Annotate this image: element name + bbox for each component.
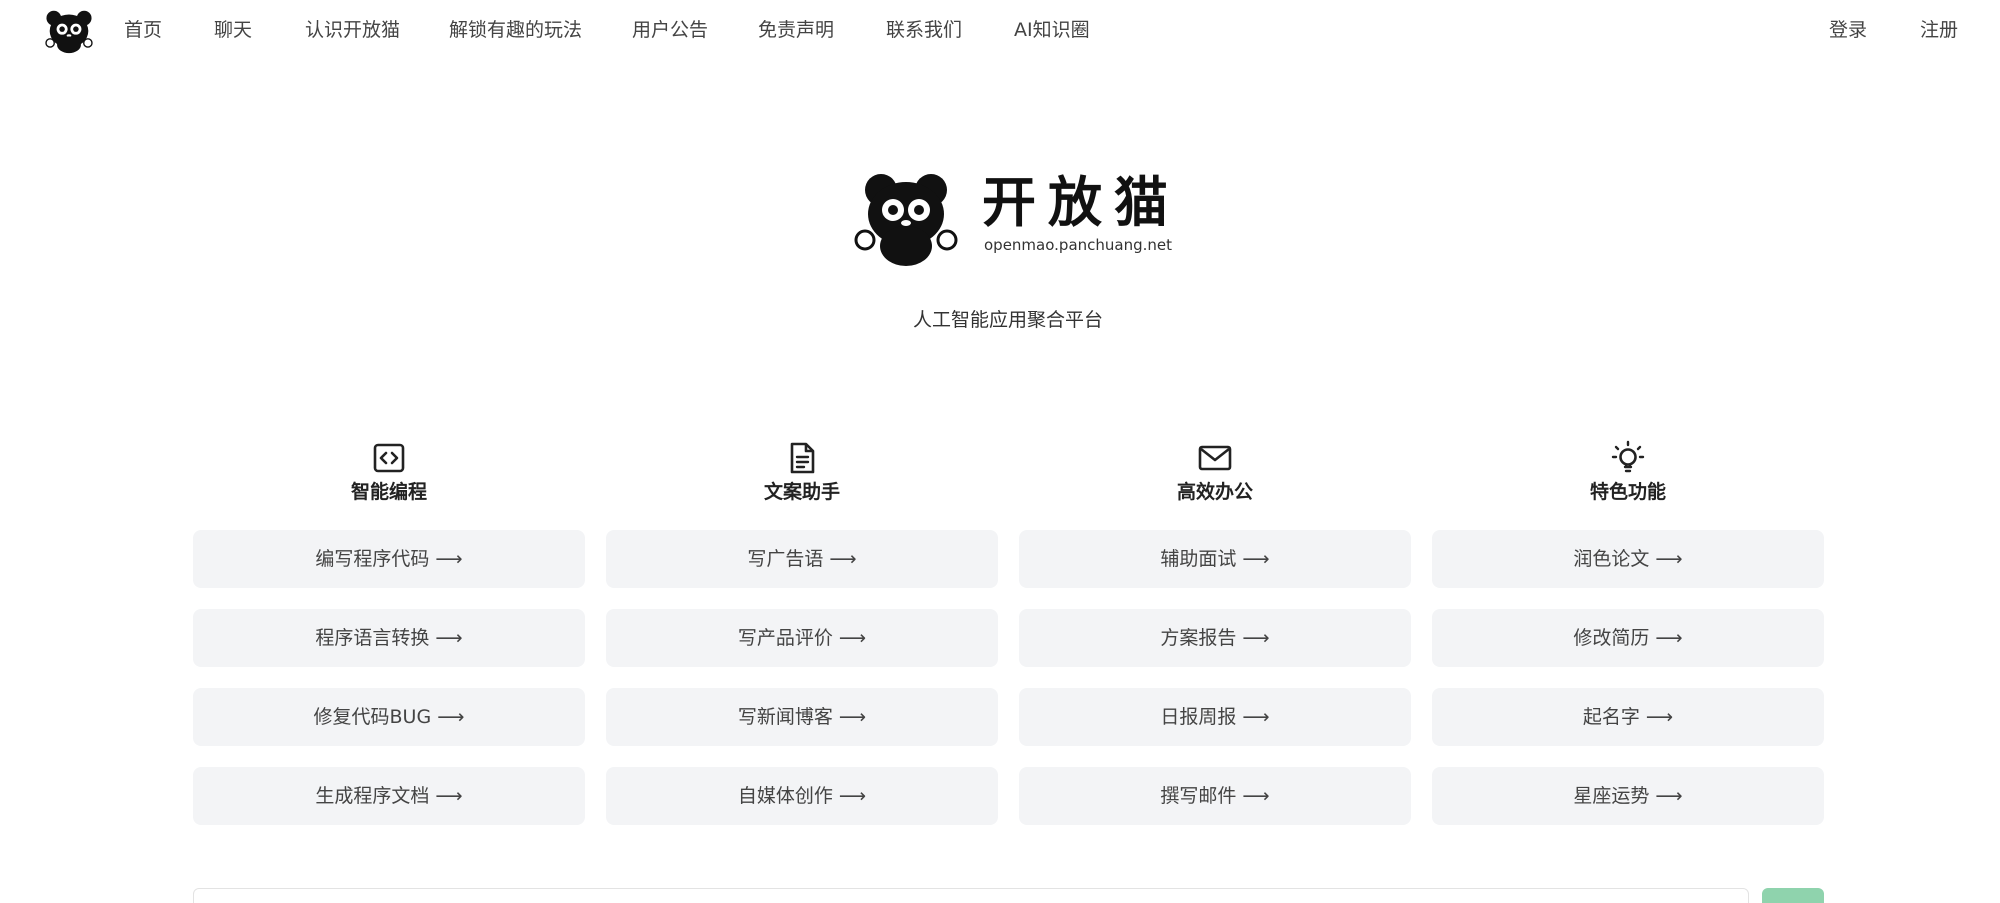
- feature-column-office: 高效办公 辅助面试 ⟶ 方案报告 ⟶ 日报周报 ⟶ 撰写邮件 ⟶: [1019, 440, 1411, 825]
- feature-column-copywriting: 文案助手 写广告语 ⟶ 写产品评价 ⟶ 写新闻博客 ⟶ 自媒体创作 ⟶: [606, 440, 998, 825]
- document-icon: [790, 442, 815, 474]
- card-daily-weekly[interactable]: 日报周报 ⟶: [1019, 688, 1411, 746]
- card-edit-resume[interactable]: 修改简历 ⟶: [1432, 609, 1824, 667]
- nav-item-contact[interactable]: 联系我们: [886, 18, 962, 42]
- card-horoscope[interactable]: 星座运势 ⟶: [1432, 767, 1824, 825]
- card-naming[interactable]: 起名字 ⟶: [1432, 688, 1824, 746]
- nav-item-about[interactable]: 认识开放猫: [305, 18, 400, 42]
- feature-column-special: 特色功能 润色论文 ⟶ 修改简历 ⟶ 起名字 ⟶ 星座运势 ⟶: [1432, 440, 1824, 825]
- nav-item-ai-circle[interactable]: AI知识圈: [1014, 18, 1090, 42]
- mail-icon: [1198, 445, 1232, 471]
- card-language-convert[interactable]: 程序语言转换 ⟶: [193, 609, 585, 667]
- page: 首页 聊天 认识开放猫 解锁有趣的玩法 用户公告 免责声明 联系我们 AI知识圈…: [0, 0, 2000, 903]
- card-generate-docs[interactable]: 生成程序文档 ⟶: [193, 767, 585, 825]
- register-link[interactable]: 注册: [1920, 18, 1958, 42]
- card-ad-slogan[interactable]: 写广告语 ⟶: [606, 530, 998, 588]
- brand-name: 开放猫: [982, 171, 1180, 234]
- chat-input[interactable]: [193, 888, 1749, 903]
- slogan: 人工智能应用聚合平台: [912, 309, 1103, 331]
- card-news-blog[interactable]: 写新闻博客 ⟶: [606, 688, 998, 746]
- send-button[interactable]: [1762, 888, 1824, 903]
- code-icon: [373, 443, 405, 473]
- card-write-email[interactable]: 撰写邮件 ⟶: [1019, 767, 1411, 825]
- card-write-code[interactable]: 编写程序代码 ⟶: [193, 530, 585, 588]
- card-interview[interactable]: 辅助面试 ⟶: [1019, 530, 1411, 588]
- column-title: 特色功能: [1589, 481, 1666, 503]
- column-title: 文案助手: [763, 481, 840, 503]
- nav-item-fun[interactable]: 解锁有趣的玩法: [449, 18, 582, 42]
- column-title: 高效办公: [1176, 481, 1253, 503]
- card-product-review[interactable]: 写产品评价 ⟶: [606, 609, 998, 667]
- nav-item-chat[interactable]: 聊天: [214, 18, 252, 42]
- nav-item-announcements[interactable]: 用户公告: [632, 18, 708, 42]
- card-fix-bug[interactable]: 修复代码BUG ⟶: [193, 688, 585, 746]
- column-title: 智能编程: [350, 481, 427, 503]
- brand-url: openmao.panchuang.net: [984, 236, 1173, 254]
- nav-item-home[interactable]: 首页: [124, 18, 162, 42]
- card-self-media[interactable]: 自媒体创作 ⟶: [606, 767, 998, 825]
- feature-column-coding: 智能编程 编写程序代码 ⟶ 程序语言转换 ⟶ 修复代码BUG ⟶ 生成程序文档 …: [193, 440, 585, 825]
- top-nav: 首页 聊天 认识开放猫 解锁有趣的玩法 用户公告 免责声明 联系我们 AI知识圈…: [0, 0, 2000, 60]
- login-link[interactable]: 登录: [1829, 18, 1867, 42]
- panda-mascot-logo: [854, 174, 958, 266]
- nav-item-disclaimer[interactable]: 免责声明: [758, 18, 834, 42]
- lightbulb-icon: [1611, 440, 1645, 473]
- panda-logo-icon[interactable]: [42, 8, 96, 54]
- card-report[interactable]: 方案报告 ⟶: [1019, 609, 1411, 667]
- card-polish-paper[interactable]: 润色论文 ⟶: [1432, 530, 1824, 588]
